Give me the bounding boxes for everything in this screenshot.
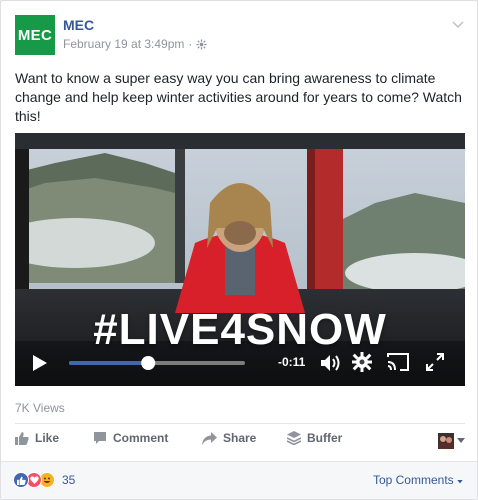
comment-label: Comment xyxy=(113,431,169,445)
time-remaining: -0:11 xyxy=(278,355,306,369)
comment-icon xyxy=(94,432,106,444)
volume-icon[interactable] xyxy=(320,354,342,372)
buffer-button[interactable]: Buffer xyxy=(287,431,342,445)
post-footer: 35 Top Comments xyxy=(1,461,477,499)
like-reaction-icon xyxy=(13,472,29,488)
view-count: 7K Views xyxy=(15,401,65,415)
caret-down-icon xyxy=(457,438,465,443)
progress-scrubber[interactable] xyxy=(141,356,156,370)
fullscreen-icon[interactable] xyxy=(426,353,444,371)
globe-icon xyxy=(196,38,207,50)
cast-icon[interactable] xyxy=(387,353,409,371)
meta-separator: · xyxy=(188,37,193,51)
divider xyxy=(15,423,465,424)
like-label: Like xyxy=(35,431,60,445)
progress-bar[interactable] xyxy=(69,356,245,370)
share-label: Share xyxy=(223,431,257,445)
sort-label: Top Comments xyxy=(372,473,454,487)
share-button[interactable]: Share xyxy=(202,431,256,445)
reaction-count[interactable]: 35 xyxy=(62,473,75,487)
caret-down-icon xyxy=(457,480,463,484)
comment-button[interactable]: Comment xyxy=(93,431,168,445)
like-button[interactable]: Like xyxy=(15,431,59,445)
play-icon[interactable] xyxy=(32,354,48,372)
identity-selector[interactable] xyxy=(438,433,465,449)
like-icon xyxy=(15,432,29,445)
top-comments-sort[interactable]: Top Comments xyxy=(373,473,463,487)
reactions-summary[interactable]: 35 xyxy=(13,472,75,488)
progress-fill xyxy=(69,361,149,365)
video-player[interactable]: #LIVE4SNOW -0:11 xyxy=(15,133,465,386)
gear-icon[interactable] xyxy=(352,352,372,372)
post-card: MEC MEC February 19 at 3:49pm · Want to … xyxy=(0,0,478,500)
buffer-label: Buffer xyxy=(307,431,343,445)
logo-text: MEC xyxy=(17,26,53,44)
share-icon xyxy=(202,431,217,445)
post-meta: February 19 at 3:49pm · xyxy=(63,37,207,51)
post-text: Want to know a super easy way you can br… xyxy=(15,70,462,124)
action-bar: Like Comment Share Buffer xyxy=(15,431,465,453)
chevron-down-icon[interactable] xyxy=(451,17,465,31)
avatar xyxy=(438,433,454,449)
page-name-link[interactable]: MEC xyxy=(63,17,94,33)
post-timestamp[interactable]: February 19 at 3:49pm xyxy=(63,37,184,51)
video-controls: -0:11 xyxy=(15,341,465,386)
page-avatar[interactable]: MEC xyxy=(15,15,55,55)
buffer-icon xyxy=(287,431,301,445)
post-header: MEC MEC February 19 at 3:49pm · xyxy=(15,15,465,59)
